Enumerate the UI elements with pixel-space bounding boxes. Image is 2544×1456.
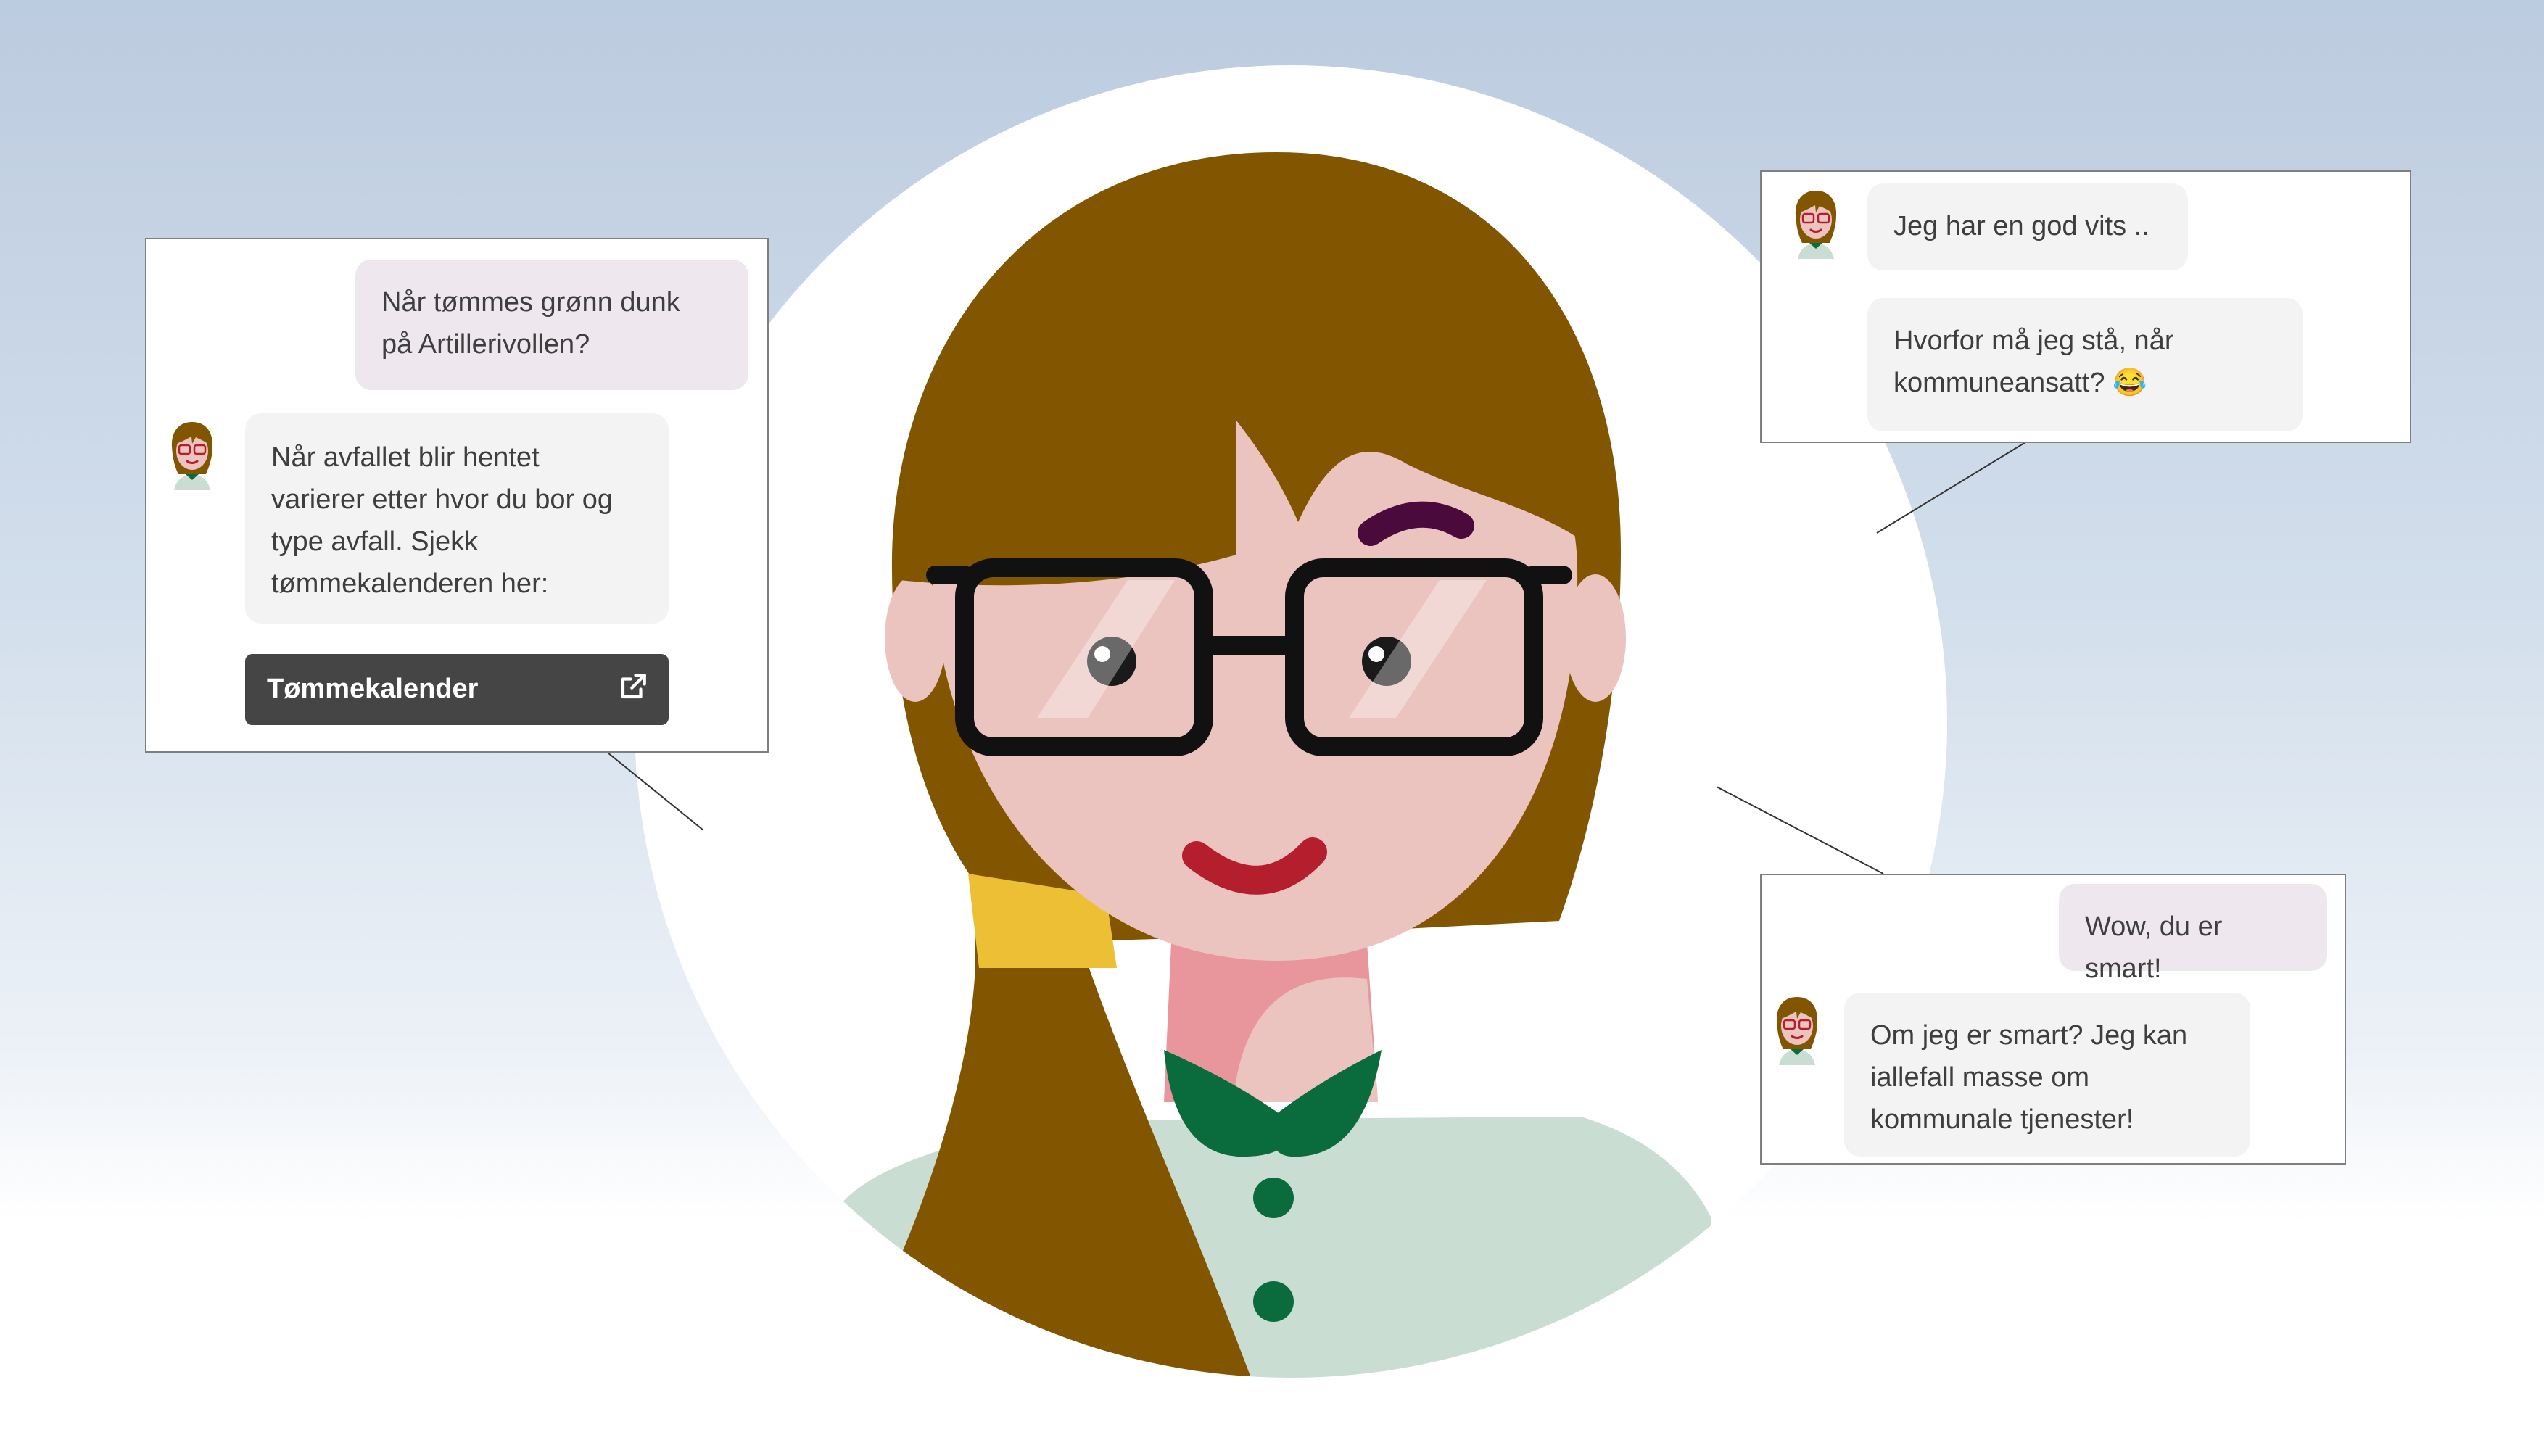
message-line: type avfall. Sjekk [271, 526, 479, 557]
chat-panel-bottom-right: Wow, du er smart! Om jeg er smart? Jeg k… [1760, 874, 2346, 1165]
message-line: iallefall masse om [1870, 1062, 2089, 1093]
message-line: Jeg har en god vits .. [1893, 211, 2149, 241]
shirt-button-1 [1253, 1178, 1294, 1218]
illustration-stage: Når tømmes grønn dunk på Artillerivollen… [0, 0, 2544, 1456]
message-line: Hvorfor må jeg stå, når [1893, 326, 2174, 356]
chat-panel-left: Når tømmes grønn dunk på Artillerivollen… [145, 238, 769, 753]
tommekalender-button-label: Tømmekalender [267, 674, 479, 704]
chat-panel-top-right: Jeg har en god vits .. Hvorfor må jeg st… [1760, 170, 2411, 443]
user-message-bubble: Når tømmes grønn dunk på Artillerivollen… [355, 260, 748, 390]
chatbot-avatar [171, 422, 213, 490]
bot-message-bubble: Om jeg er smart? Jeg kan iallefall masse… [1844, 993, 2250, 1157]
message-line: tømmekalenderen her: [271, 568, 549, 599]
eye-right-highlight [1368, 646, 1384, 662]
message-line: Om jeg er smart? Jeg kan [1870, 1020, 2188, 1051]
chatbot-avatar [1795, 191, 1837, 259]
shirt-button-2 [1253, 1281, 1294, 1322]
message-line: Når tømmes grønn dunk [381, 287, 680, 318]
bot-message-bubble: Jeg har en god vits .. [1867, 183, 2188, 270]
bot-message-bubble: Når avfallet blir hentet varierer etter … [245, 413, 669, 624]
message-line: varierer etter hvor du bor og [271, 484, 614, 515]
external-link-icon [621, 674, 646, 699]
message-line: på Artillerivollen? [381, 329, 590, 360]
chatbot-avatar [1776, 997, 1818, 1065]
message-line: kommuneansatt? 😂 [1893, 368, 2147, 398]
bot-message-bubble: Hvorfor må jeg stå, når kommuneansatt? 😂 [1867, 298, 2303, 431]
tommekalender-button[interactable]: Tømmekalender [245, 654, 669, 725]
message-line: Når avfallet blir hentet [271, 442, 540, 473]
user-message-bubble: Wow, du er smart! [2059, 884, 2327, 984]
message-line: kommunale tjenester! [1870, 1104, 2134, 1135]
message-line: Wow, du er smart! [2085, 911, 2223, 984]
